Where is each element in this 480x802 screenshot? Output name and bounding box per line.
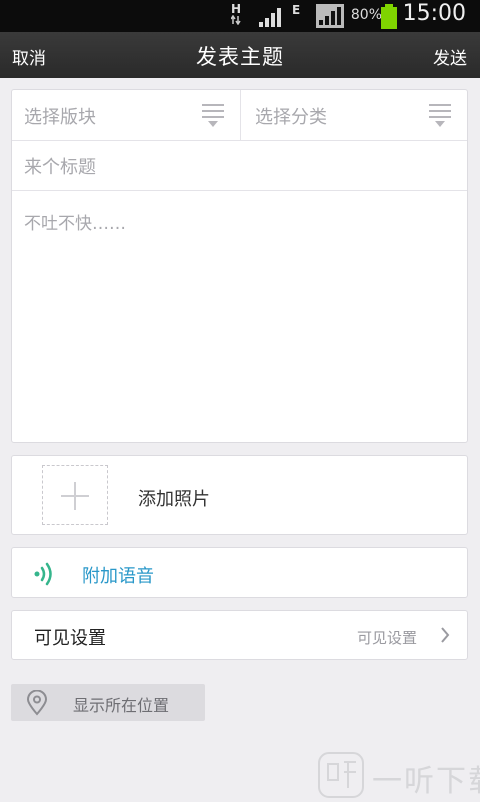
- status-bar: H E 80% 15:00: [0, 0, 480, 32]
- network-type-e: E: [292, 3, 301, 17]
- visibility-value: 可见设置: [356, 629, 417, 647]
- hamburger-menu-icon: [202, 104, 224, 127]
- add-photo-button[interactable]: 添加照片: [11, 455, 468, 535]
- show-location-label: 显示所在位置: [73, 696, 170, 715]
- body-textarea[interactable]: 不吐不快……: [12, 191, 467, 441]
- select-row: 选择版块 选择分类: [12, 90, 467, 141]
- board-select-placeholder: 选择版块: [24, 107, 96, 128]
- show-location-button[interactable]: 显示所在位置: [11, 684, 205, 721]
- location-pin-icon: [26, 690, 48, 716]
- visibility-label: 可见设置: [34, 628, 106, 649]
- add-photo-label: 添加照片: [138, 489, 210, 510]
- battery-percent: 80%: [350, 7, 382, 23]
- sound-wave-icon: [34, 562, 52, 586]
- chevron-right-icon: [441, 627, 450, 643]
- board-select[interactable]: 选择版块: [12, 90, 241, 140]
- post-form: 选择版块 选择分类 来个标题 不吐不快……: [11, 89, 468, 443]
- category-select-placeholder: 选择分类: [255, 107, 327, 128]
- attach-voice-label: 附加语音: [82, 566, 154, 587]
- watermark-text: 一听下载: [372, 764, 480, 799]
- category-select[interactable]: 选择分类: [241, 90, 467, 140]
- watermark-logo-icon: [318, 752, 364, 798]
- watermark: 一听下载: [318, 752, 480, 802]
- title-input[interactable]: 来个标题: [12, 140, 467, 191]
- plus-icon-vertical: [74, 482, 76, 510]
- hamburger-menu-icon: [429, 104, 451, 127]
- title-bar: 取消 发表主题 发送: [0, 32, 480, 78]
- body-placeholder: 不吐不快……: [24, 214, 126, 234]
- signal-strength-boxed-icon: [316, 4, 344, 28]
- attach-voice-button[interactable]: 附加语音: [11, 547, 468, 598]
- page-title: 发表主题: [196, 45, 284, 69]
- battery-icon: [381, 4, 397, 29]
- visibility-settings-row[interactable]: 可见设置 可见设置: [11, 610, 468, 660]
- photo-placeholder-box[interactable]: [42, 465, 108, 525]
- network-type-h: H: [231, 2, 242, 16]
- title-placeholder: 来个标题: [24, 157, 96, 178]
- clock: 15:00: [402, 1, 466, 26]
- send-button[interactable]: 发送: [433, 44, 467, 69]
- signal-strength-icon: [259, 8, 281, 27]
- data-arrows-icon: [231, 15, 241, 25]
